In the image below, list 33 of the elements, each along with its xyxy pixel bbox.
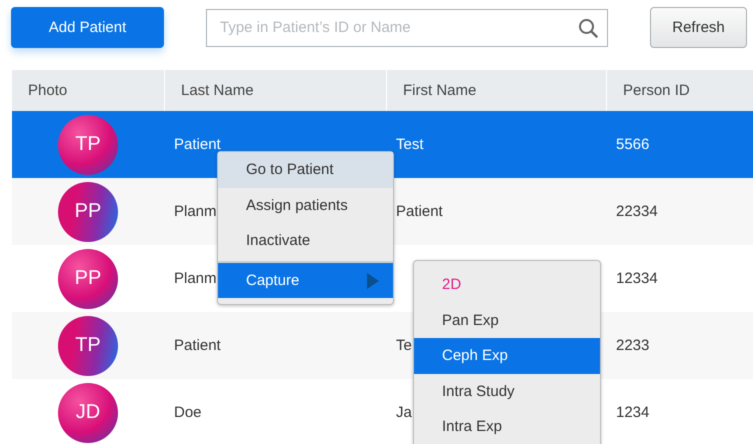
avatar: JD (58, 382, 118, 442)
menu-item[interactable]: Go to Patient (218, 152, 393, 188)
table-cell[interactable]: 22334 (616, 203, 658, 220)
search-icon[interactable] (578, 18, 598, 38)
table-cell[interactable]: 1234 (616, 404, 650, 421)
menu-item[interactable]: Intra Exp (414, 409, 600, 444)
table-cell[interactable]: Te (396, 337, 412, 354)
menu-item[interactable]: Inactivate (218, 223, 393, 258)
table-cell[interactable]: 5566 (616, 136, 650, 153)
avatar: TP (58, 114, 118, 174)
table-cell[interactable]: Planm (174, 270, 217, 287)
avatar: PP (58, 182, 118, 242)
menu-item[interactable]: Ceph Exp (414, 338, 600, 374)
refresh-button[interactable]: Refresh (650, 7, 747, 48)
search-field[interactable]: Type in Patient’s ID or Name (206, 8, 608, 46)
column-header[interactable]: Photo (12, 70, 164, 111)
menu-item[interactable]: 2D (414, 267, 600, 302)
menu-item[interactable]: Assign patients (218, 188, 393, 223)
table-cell[interactable]: Ja (396, 404, 412, 421)
menu-item[interactable]: Capture (218, 262, 393, 298)
table-cell[interactable]: Patient (174, 136, 221, 153)
table-cell[interactable]: 12334 (616, 270, 658, 287)
avatar: TP (58, 316, 118, 376)
avatar: PP (58, 248, 118, 308)
menu-item[interactable]: Pan Exp (414, 302, 600, 338)
table-cell[interactable]: Patient (396, 203, 443, 220)
table-cell[interactable]: Doe (174, 404, 202, 421)
table-cell[interactable]: Test (396, 136, 424, 153)
table-cell[interactable]: Patient (174, 337, 221, 354)
add-patient-button[interactable]: Add Patient (11, 7, 164, 48)
table-cell[interactable]: Planm (174, 203, 217, 220)
menu-item[interactable]: Intra Study (414, 374, 600, 409)
table-cell[interactable]: 2233 (616, 337, 650, 354)
